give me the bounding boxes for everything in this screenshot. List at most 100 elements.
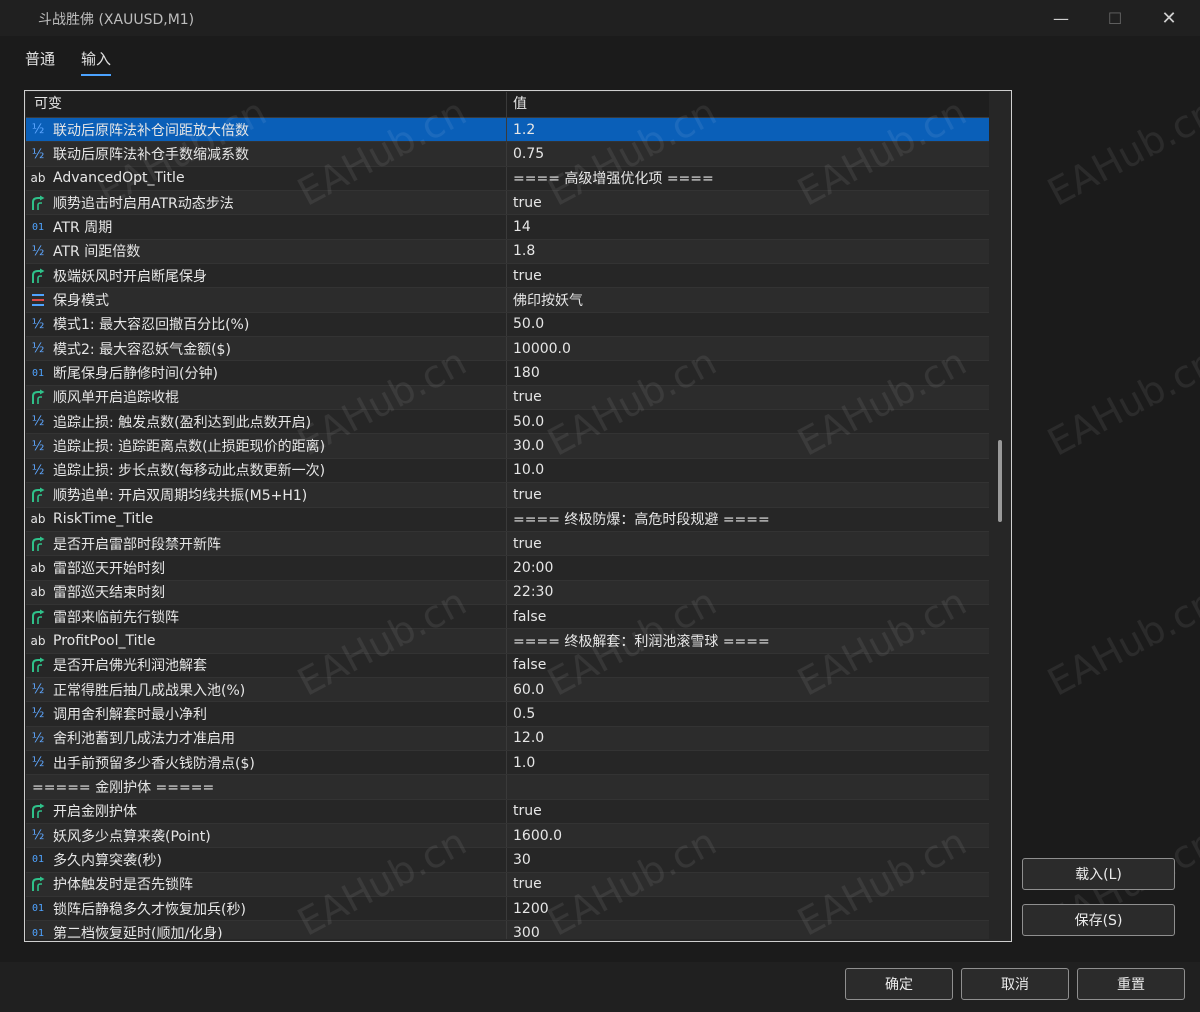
- column-header-variable[interactable]: 可变: [26, 92, 507, 117]
- parameter-row[interactable]: 01 锁阵后静稳多久才恢复加兵(秒) 1200: [26, 897, 989, 922]
- parameter-row[interactable]: ½ 联动后原阵法补仓手数缩减系数 0.75: [26, 142, 989, 167]
- parameter-value[interactable]: 1.0: [507, 751, 989, 774]
- parameter-row[interactable]: ½ 出手前预留多少香火钱防滑点($) 1.0: [26, 750, 989, 776]
- parameter-name-cell[interactable]: 顺风单开启追踪收棍: [26, 385, 507, 410]
- parameter-row[interactable]: ½ 舍利池蓄到几成法力才准启用 12.0: [26, 726, 989, 751]
- parameter-value[interactable]: 300: [507, 921, 989, 939]
- tab-general[interactable]: 普通: [25, 48, 55, 74]
- close-icon[interactable]: ✕: [1146, 0, 1192, 36]
- parameter-row[interactable]: 01 多久内算突袭(秒) 30: [26, 848, 989, 873]
- parameter-row[interactable]: ab ProfitPool_Title ==== 终极解套：利润池滚雪球 ====: [26, 629, 989, 654]
- save-button[interactable]: 保存(S): [1022, 904, 1175, 936]
- parameter-row[interactable]: 是否开启雷部时段禁开新阵 true: [26, 531, 989, 557]
- parameter-name-cell[interactable]: 极端妖风时开启断尾保身: [26, 264, 507, 288]
- parameter-name-cell[interactable]: ab AdvancedOpt_Title: [26, 166, 507, 191]
- parameter-value[interactable]: true: [507, 264, 989, 287]
- parameter-row[interactable]: ===== 金刚护体 =====: [26, 775, 989, 800]
- load-button[interactable]: 载入(L): [1022, 858, 1175, 890]
- parameter-row[interactable]: 顺风单开启追踪收棍 true: [26, 385, 989, 411]
- parameter-value[interactable]: 22:30: [507, 581, 989, 604]
- parameter-row[interactable]: 雷部来临前先行锁阵 false: [26, 604, 989, 630]
- parameter-value[interactable]: false: [507, 654, 989, 677]
- parameter-name-cell[interactable]: ab ProfitPool_Title: [26, 629, 507, 653]
- parameter-name-cell[interactable]: ½ 舍利池蓄到几成法力才准启用: [26, 726, 507, 750]
- parameter-row[interactable]: ab 雷部巡天开始时刻 20:00: [26, 556, 989, 581]
- parameter-name-cell[interactable]: ab 雷部巡天结束时刻: [26, 580, 507, 604]
- parameter-row[interactable]: ½ 追踪止损: 追踪距离点数(止损距现价的距离) 30.0: [26, 434, 989, 459]
- parameter-name-cell[interactable]: 01 ATR 周期: [26, 215, 507, 239]
- parameter-row[interactable]: 01 断尾保身后静修时间(分钟) 180: [26, 361, 989, 386]
- parameter-name-cell[interactable]: ½ 追踪止损: 触发点数(盈利达到此点数开启): [26, 410, 507, 434]
- parameter-name-cell[interactable]: ½ 调用舍利解套时最小净利: [26, 702, 507, 726]
- parameter-value[interactable]: ==== 终极解套：利润池滚雪球 ====: [507, 629, 989, 652]
- parameter-row[interactable]: ½ 追踪止损: 步长点数(每移动此点数更新一次) 10.0: [26, 458, 989, 484]
- parameter-name-cell[interactable]: ½ 联动后原阵法补仓间距放大倍数: [26, 118, 507, 142]
- parameter-row[interactable]: ab 雷部巡天结束时刻 22:30: [26, 580, 989, 605]
- parameter-name-cell[interactable]: ½ 联动后原阵法补仓手数缩减系数: [26, 142, 507, 166]
- parameter-row[interactable]: 极端妖风时开启断尾保身 true: [26, 264, 989, 289]
- parameter-row[interactable]: ½ 正常得胜后抽几成战果入池(%) 60.0: [26, 677, 989, 703]
- parameter-name-cell[interactable]: 是否开启雷部时段禁开新阵: [26, 531, 507, 556]
- parameter-value[interactable]: 1.8: [507, 240, 989, 263]
- parameter-name-cell[interactable]: 雷部来临前先行锁阵: [26, 604, 507, 629]
- parameter-name-cell[interactable]: 开启金刚护体: [26, 799, 507, 823]
- parameter-row[interactable]: ½ ATR 间距倍数 1.8: [26, 239, 989, 265]
- parameter-name-cell[interactable]: ½ ATR 间距倍数: [26, 239, 507, 264]
- parameter-value[interactable]: 180: [507, 361, 989, 384]
- parameter-name-cell[interactable]: ab 雷部巡天开始时刻: [26, 556, 507, 580]
- parameter-row[interactable]: 是否开启佛光利润池解套 false: [26, 653, 989, 678]
- parameter-row[interactable]: 开启金刚护体 true: [26, 799, 989, 824]
- scrollbar-thumb[interactable]: [998, 440, 1002, 522]
- parameter-name-cell[interactable]: ½ 追踪止损: 追踪距离点数(止损距现价的距离): [26, 434, 507, 458]
- parameter-name-cell[interactable]: ½ 正常得胜后抽几成战果入池(%): [26, 677, 507, 702]
- parameter-name-cell[interactable]: ½ 出手前预留多少香火钱防滑点($): [26, 750, 507, 775]
- parameter-value[interactable]: true: [507, 386, 989, 409]
- parameter-value[interactable]: true: [507, 873, 989, 896]
- parameter-row[interactable]: 顺势追击时启用ATR动态步法 true: [26, 191, 989, 216]
- parameter-row[interactable]: 保身模式 佛印按妖气: [26, 288, 989, 313]
- parameter-row[interactable]: ½ 模式2: 最大容忍妖气金额($) 10000.0: [26, 337, 989, 362]
- parameter-name-cell[interactable]: ½ 妖风多少点算来袭(Point): [26, 823, 507, 848]
- parameter-value[interactable]: 0.75: [507, 142, 989, 165]
- parameter-name-cell[interactable]: 顺势追单: 开启双周期均线共振(M5+H1): [26, 483, 507, 507]
- parameter-value[interactable]: 60.0: [507, 678, 989, 701]
- parameter-name-cell[interactable]: 01 第二档恢复延时(顺加/化身): [26, 921, 507, 939]
- parameter-row[interactable]: ab AdvancedOpt_Title ==== 高级增强优化项 ====: [26, 166, 989, 192]
- parameter-row[interactable]: 01 ATR 周期 14: [26, 215, 989, 240]
- parameter-value[interactable]: 1200: [507, 897, 989, 920]
- parameter-name-cell[interactable]: ab RiskTime_Title: [26, 507, 507, 531]
- parameter-name-cell[interactable]: 01 锁阵后静稳多久才恢复加兵(秒): [26, 897, 507, 921]
- column-header-value[interactable]: 值: [507, 92, 989, 117]
- tab-inputs[interactable]: 输入: [81, 48, 112, 76]
- parameter-value[interactable]: 50.0: [507, 410, 989, 433]
- minimize-icon[interactable]: —: [1038, 0, 1084, 36]
- parameter-value[interactable]: true: [507, 800, 989, 823]
- parameter-row[interactable]: ½ 模式1: 最大容忍回撤百分比(%) 50.0: [26, 312, 989, 338]
- parameter-value[interactable]: 50.0: [507, 313, 989, 336]
- parameter-value[interactable]: 10000.0: [507, 337, 989, 360]
- parameter-value[interactable]: 1.2: [507, 118, 989, 141]
- parameter-row[interactable]: ½ 调用舍利解套时最小净利 0.5: [26, 702, 989, 727]
- parameter-name-cell[interactable]: 01 断尾保身后静修时间(分钟): [26, 361, 507, 385]
- parameter-name-cell[interactable]: 顺势追击时启用ATR动态步法: [26, 191, 507, 215]
- parameter-value[interactable]: 佛印按妖气: [507, 288, 989, 311]
- parameter-name-cell[interactable]: ½ 模式2: 最大容忍妖气金额($): [26, 337, 507, 361]
- parameter-value[interactable]: 12.0: [507, 727, 989, 750]
- parameter-value[interactable]: ==== 终极防爆：高危时段规避 ====: [507, 508, 989, 531]
- parameter-value[interactable]: ==== 高级增强优化项 ====: [507, 167, 989, 190]
- parameter-value[interactable]: 1600.0: [507, 824, 989, 847]
- parameter-value[interactable]: 20:00: [507, 556, 989, 579]
- parameter-name-cell[interactable]: ½ 追踪止损: 步长点数(每移动此点数更新一次): [26, 458, 507, 483]
- parameter-value[interactable]: 10.0: [507, 459, 989, 482]
- parameter-value[interactable]: 30: [507, 848, 989, 871]
- parameter-row[interactable]: 顺势追单: 开启双周期均线共振(M5+H1) true: [26, 483, 989, 508]
- parameter-name-cell[interactable]: ½ 模式1: 最大容忍回撤百分比(%): [26, 312, 507, 337]
- parameter-row[interactable]: 护体触发时是否先锁阵 true: [26, 872, 989, 897]
- parameter-row[interactable]: 01 第二档恢复延时(顺加/化身) 300: [26, 921, 989, 939]
- parameter-value[interactable]: true: [507, 483, 989, 506]
- parameter-value[interactable]: true: [507, 532, 989, 555]
- reset-button[interactable]: 重置: [1077, 968, 1185, 1000]
- parameter-value[interactable]: 30.0: [507, 434, 989, 457]
- parameter-row[interactable]: ½ 追踪止损: 触发点数(盈利达到此点数开启) 50.0: [26, 410, 989, 435]
- parameter-name-cell[interactable]: 是否开启佛光利润池解套: [26, 653, 507, 677]
